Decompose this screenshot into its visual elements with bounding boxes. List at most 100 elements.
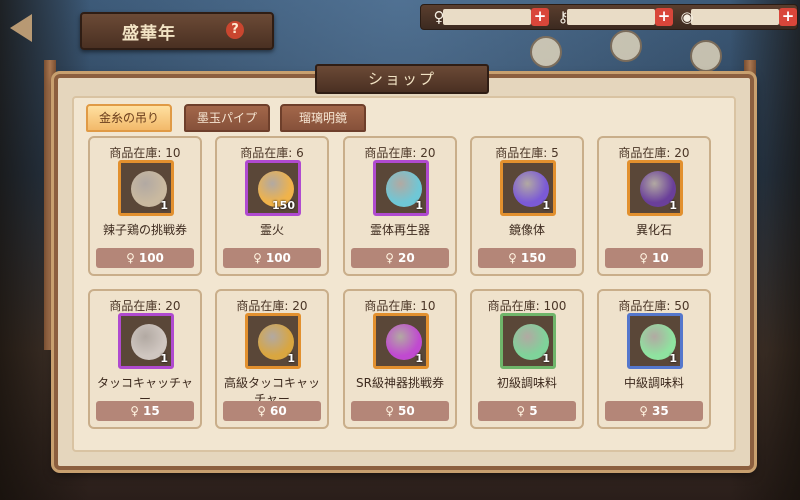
key-icon: ♀ [385,251,395,265]
buy-button[interactable]: ♀ 100 [96,248,194,268]
item-icon-frame[interactable]: 1 [373,160,429,216]
orb-icon: ◉ [680,8,694,26]
item-name: 異化石 [635,223,672,237]
item-price: 60 [270,404,287,418]
back-arrow-icon[interactable] [10,14,32,42]
item-stock-label: 商品在庫: 20 [618,146,690,160]
buy-button[interactable]: ♀ 20 [351,248,449,268]
key-icon: ♀ [257,404,267,418]
buy-button[interactable]: ♀ 100 [223,248,321,268]
shop-item-card[interactable]: 商品在庫: 100 1 初級調味料 ♀ 5 [470,289,584,429]
item-quantity: 1 [669,199,677,212]
buy-button[interactable]: ♀ 15 [96,401,194,421]
shop-item-card[interactable]: 商品在庫: 5 1 鏡像体 ♀ 150 [470,136,584,276]
item-quantity: 1 [287,352,295,365]
item-stock-label: 商品在庫: 100 [487,299,567,313]
shop-item-card[interactable]: 商品在庫: 6 150 霊火 ♀ 100 [215,136,329,276]
item-quantity: 1 [542,352,550,365]
wand-icon: ⚷ [557,8,569,26]
item-stock-label: 商品在庫: 20 [109,299,181,313]
shop-item-card[interactable]: 商品在庫: 50 1 中級調味料 ♀ 35 [597,289,711,429]
tab-ink-jade-pipe[interactable]: 墨玉パイプ [184,104,270,132]
buy-button[interactable]: ♀ 5 [478,401,576,421]
item-name: 初級調味料 [496,376,557,390]
item-quantity: 1 [415,352,423,365]
item-icon-frame[interactable]: 1 [245,313,301,369]
resource-orb: ◉ + [677,7,800,27]
resource-value-field [443,9,531,25]
item-icon-frame[interactable]: 1 [118,313,174,369]
item-stock-label: 商品在庫: 10 [364,299,436,313]
item-icon-frame[interactable]: 1 [627,313,683,369]
add-wand-button[interactable]: + [655,8,673,26]
item-quantity: 1 [542,199,550,212]
item-icon-frame[interactable]: 150 [245,160,301,216]
lantern-icon [530,36,562,68]
item-quantity: 1 [160,352,168,365]
tab-golden-thread[interactable]: 金糸の吊り [86,104,172,132]
buy-button[interactable]: ♀ 50 [351,401,449,421]
key-icon: ♀ [516,404,526,418]
item-quantity: 1 [669,352,677,365]
item-price: 50 [398,404,415,418]
item-quantity: 150 [272,199,295,212]
buy-button[interactable]: ♀ 35 [605,401,703,421]
lantern-icon [610,30,642,62]
item-name: 鏡像体 [508,223,545,237]
item-name: SR級神器挑戦券 [356,376,444,390]
item-stock-label: 商品在庫: 5 [495,146,559,160]
item-name: 辣子鶏の挑戦券 [102,223,187,237]
shop-item-card[interactable]: 商品在庫: 20 1 タッコキャッチャー ♀ 15 [88,289,202,429]
shop-title: ショップ [315,64,489,94]
item-price: 20 [398,251,415,265]
shop-item-card[interactable]: 商品在庫: 20 1 霊体再生器 ♀ 20 [343,136,457,276]
key-icon: ♀ [639,251,649,265]
item-price: 100 [265,251,291,265]
key-icon: ♀ [130,404,140,418]
background-lanterns [520,30,760,80]
help-button[interactable]: ? [226,21,244,39]
item-price: 150 [520,251,546,265]
key-icon: ♀ [126,251,135,265]
shop-item-card[interactable]: 商品在庫: 10 1 SR級神器挑戦券 ♀ 50 [343,289,457,429]
item-name: 霊体再生器 [369,223,430,237]
item-icon-frame[interactable]: 1 [500,160,556,216]
item-price: 35 [652,404,669,418]
item-stock-label: 商品在庫: 50 [618,299,690,313]
buy-button[interactable]: ♀ 10 [605,248,703,268]
resource-key: ♀ + [429,7,553,27]
shop-item-card[interactable]: 商品在庫: 10 1 辣子鶏の挑戦券 ♀ 100 [88,136,202,276]
item-quantity: 1 [415,199,423,212]
item-stock-label: 商品在庫: 20 [364,146,436,160]
tab-lapis-mirror[interactable]: 瑠璃明鏡 [280,104,366,132]
item-icon-frame[interactable]: 1 [118,160,174,216]
item-stock-label: 商品在庫: 6 [240,146,304,160]
item-name: 霊火 [259,223,284,237]
add-key-button[interactable]: + [531,8,549,26]
resource-bar: ♀ + ⚷ + ◉ + [420,4,798,30]
item-name: 中級調味料 [623,376,684,390]
item-icon-frame[interactable]: 1 [500,313,556,369]
resource-wand: ⚷ + [553,7,677,27]
shop-item-card[interactable]: 商品在庫: 20 1 異化石 ♀ 10 [597,136,711,276]
item-stock-label: 商品在庫: 10 [109,146,181,160]
key-icon: ♀ [639,404,649,418]
item-price: 15 [143,404,160,418]
key-icon: ♀ [385,404,395,418]
buy-button[interactable]: ♀ 60 [223,401,321,421]
resource-value-field [691,9,779,25]
shop-item-card[interactable]: 商品在庫: 20 1 高級タッコキャッチャー ♀ 60 [215,289,329,429]
item-stock-label: 商品在庫: 20 [236,299,308,313]
item-quantity: 1 [160,199,168,212]
add-orb-button[interactable]: + [779,8,797,26]
resource-value-field [567,9,655,25]
key-icon: ♀ [253,251,262,265]
item-icon-frame[interactable]: 1 [627,160,683,216]
key-icon: ♀ [508,251,517,265]
page-title: 盛華年 [122,24,176,44]
buy-button[interactable]: ♀ 150 [478,248,576,268]
item-icon-frame[interactable]: 1 [373,313,429,369]
key-icon: ♀ [433,8,445,26]
title-plaque: 盛華年 ? [80,12,274,50]
lantern-icon [690,40,722,72]
